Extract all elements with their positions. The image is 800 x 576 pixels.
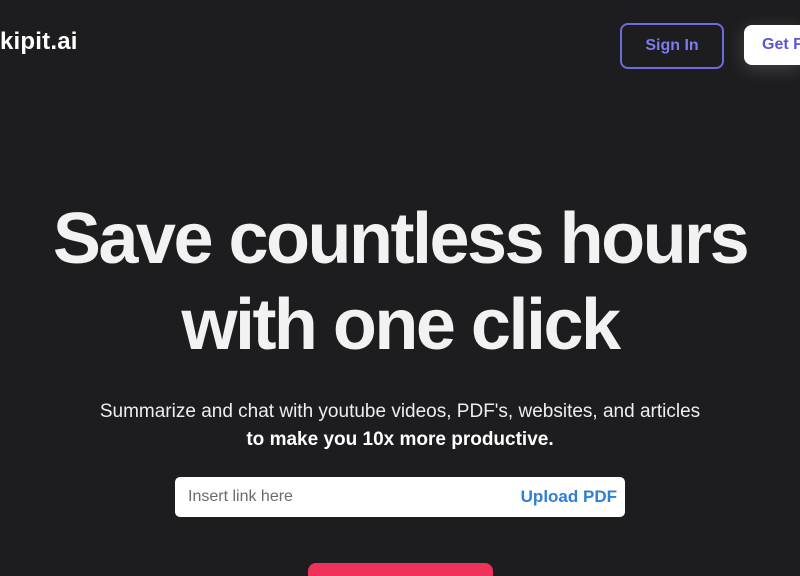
hero-title-line-1: Save countless hours bbox=[52, 199, 750, 279]
logo[interactable]: kipit.ai bbox=[0, 28, 78, 56]
page: kipit.ai Sign In Get F Save countless ho… bbox=[0, 0, 800, 576]
link-input-bar: Upload PDF bbox=[175, 477, 625, 517]
hero-subtitle: Summarize and chat with youtube videos, … bbox=[0, 398, 800, 454]
hero-subtitle-text: Summarize and chat with youtube videos, … bbox=[99, 401, 701, 422]
upload-pdf-button[interactable]: Upload PDF bbox=[511, 487, 625, 507]
link-input[interactable] bbox=[175, 477, 511, 517]
get-started-button[interactable]: Get F bbox=[744, 25, 800, 65]
summarize-button[interactable] bbox=[308, 563, 493, 576]
hero-subtitle-strong: to make you 10x more productive. bbox=[246, 429, 554, 450]
hero-title-line-2: with one click bbox=[181, 285, 621, 365]
sign-in-button[interactable]: Sign In bbox=[620, 23, 724, 69]
hero-title: Save countless hours with one click bbox=[0, 196, 800, 368]
